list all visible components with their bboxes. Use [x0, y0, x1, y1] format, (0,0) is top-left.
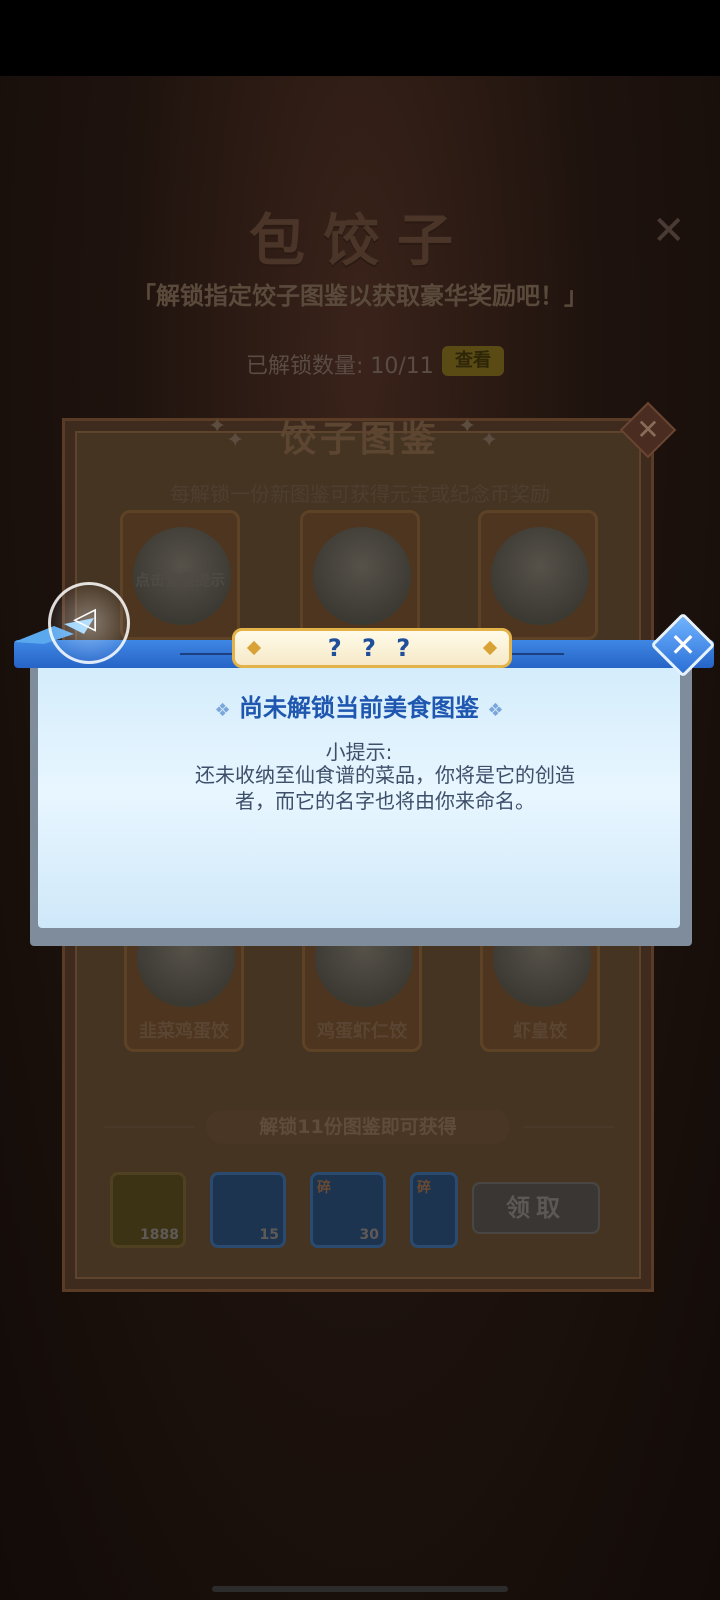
- sparkle-icon: ✦: [226, 428, 245, 453]
- fragment-tag: 碎: [317, 1180, 331, 1196]
- fragment-icon[interactable]: 碎: [410, 1172, 458, 1248]
- dumpling-plate-icon: [313, 527, 411, 625]
- unlock-count: 已解锁数量: 10/11: [246, 354, 434, 379]
- sparkle-icon: ✦: [458, 414, 477, 439]
- unlock-count-row: 已解锁数量: 10/11 查看: [216, 344, 516, 380]
- reward-count: 15: [259, 1227, 279, 1243]
- sword-crest-icon[interactable]: 15: [210, 1172, 286, 1248]
- book-description: 每解锁一份新图鉴可获得元宝或纪念币奖励: [170, 482, 550, 506]
- dumpling-card[interactable]: [300, 510, 420, 640]
- fragment-icon[interactable]: 碎 30: [310, 1172, 386, 1248]
- dumpling-plate-icon: [491, 527, 589, 625]
- sparkle-icon: ✦: [208, 414, 227, 439]
- divider: [104, 1126, 194, 1128]
- claim-button[interactable]: 领取: [472, 1182, 600, 1234]
- dumpling-card[interactable]: 点击查看提示: [120, 510, 240, 640]
- event-title: 包饺子: [249, 209, 471, 274]
- card-hint: 点击查看提示: [134, 571, 225, 589]
- fragment-tag: 碎: [417, 1180, 431, 1196]
- hint-label: 小提示:: [325, 740, 393, 764]
- hint-text: 还未收纳至仙食谱的菜品，你将是它的创造者，而它的名字也将由你来命名。: [195, 763, 575, 813]
- locked-entry-popup: ? ? ? ✕ ❖ 尚未解锁当前美食图鉴 ❖ 小提示: 还未收纳至仙食谱的菜品，…: [14, 612, 716, 946]
- status-bar: [0, 0, 720, 76]
- event-subtitle: 「解锁指定饺子图鉴以获取豪华奖励吧！」: [132, 282, 588, 310]
- popup-title: ? ? ?: [327, 634, 417, 662]
- dumpling-name: 虾皇饺: [513, 1021, 567, 1042]
- home-indicator[interactable]: [212, 1586, 508, 1592]
- diamond-icon: ❖: [214, 700, 231, 721]
- pointer-icon: ◁: [73, 601, 97, 636]
- popup-heading-text: 尚未解锁当前美食图鉴: [239, 694, 479, 722]
- event-close-icon[interactable]: ✕: [652, 208, 686, 254]
- view-button[interactable]: 查看: [442, 346, 504, 376]
- plaque-gem-icon: [482, 640, 498, 656]
- diamond-icon: ❖: [487, 700, 504, 721]
- ribbon-line: [512, 653, 564, 655]
- dumpling-card[interactable]: 鸡蛋虾仁饺: [302, 936, 422, 1052]
- book-title: 饺子图鉴: [279, 419, 440, 460]
- sparkle-icon: ✦: [480, 428, 499, 453]
- ribbon-line: [180, 653, 232, 655]
- dumpling-card[interactable]: 韭菜鸡蛋饺: [124, 936, 244, 1052]
- dumpling-plate-icon: [137, 939, 235, 1007]
- reward-count: 30: [359, 1227, 379, 1243]
- tap-indicator-icon: ◁: [48, 582, 130, 664]
- close-icon: ✕: [669, 626, 697, 664]
- popup-heading: ❖ 尚未解锁当前美食图鉴 ❖: [38, 688, 680, 723]
- reward-count: 1888: [140, 1227, 179, 1243]
- dumpling-name: 鸡蛋虾仁饺: [317, 1021, 407, 1042]
- popup-title-plaque: ? ? ?: [232, 628, 512, 668]
- plaque-gem-icon: [246, 640, 262, 656]
- divider: [524, 1126, 614, 1128]
- reward-label: 解锁11份图鉴即可获得: [206, 1110, 510, 1144]
- dumpling-card[interactable]: 虾皇饺: [480, 936, 600, 1052]
- dumpling-plate-icon: [315, 939, 413, 1007]
- dumpling-plate-icon: [493, 939, 591, 1007]
- dumpling-card[interactable]: [478, 510, 598, 640]
- gold-ingot-icon[interactable]: 1888: [110, 1172, 186, 1248]
- dumpling-name: 韭菜鸡蛋饺: [139, 1021, 229, 1042]
